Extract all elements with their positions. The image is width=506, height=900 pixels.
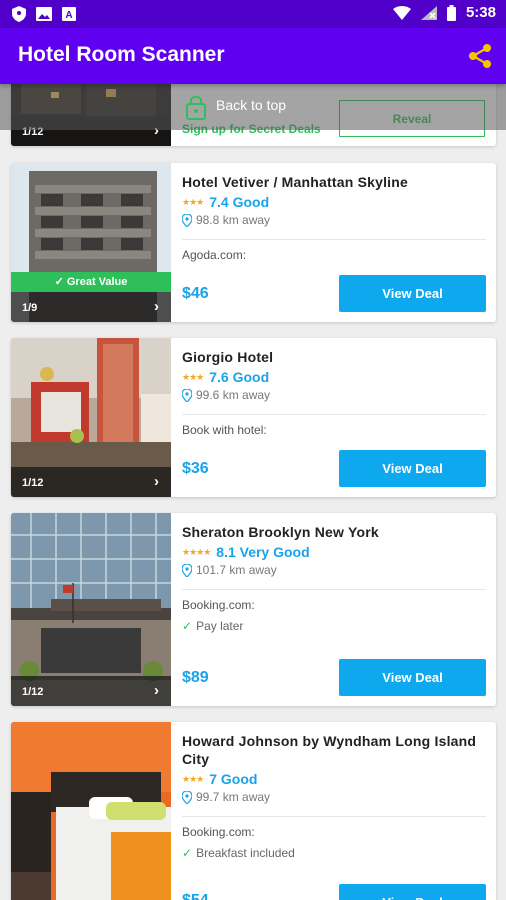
star-rating: ★★★: [182, 773, 204, 784]
divider: [182, 816, 486, 817]
review-rating: 7.4 Good: [209, 194, 270, 210]
status-bar: A 5:38: [0, 0, 506, 28]
divider: [182, 414, 486, 415]
provider-label: Agoda.com:: [182, 248, 247, 262]
hotel-name: Howard Johnson by Wyndham Long Island Ci…: [182, 733, 477, 767]
image-count: 1/12: [22, 686, 44, 698]
hotel-photo[interactable]: [11, 722, 171, 900]
view-deal-button[interactable]: View Deal: [339, 275, 486, 312]
view-deal-button[interactable]: View Deal: [339, 884, 486, 900]
hotel-name: Hotel Vetiver / Manhattan Skyline: [182, 174, 408, 190]
provider-label: Booking.com:: [182, 598, 255, 612]
price: $54: [182, 892, 209, 900]
great-value-badge: ✓ Great Value: [11, 272, 171, 292]
back-to-top-label: Back to top: [216, 97, 287, 113]
checkmark-icon: ✓: [182, 619, 193, 633]
price: $46: [182, 285, 209, 302]
hotel-card[interactable]: Howard Johnson by Wyndham Long Island Ci…: [11, 722, 496, 900]
view-deal-button[interactable]: View Deal: [339, 659, 486, 696]
image-icon: [36, 7, 52, 21]
status-time: 5:38: [465, 4, 496, 21]
hotel-list[interactable]: 1/12 › Sign up for Secret Deals Reveal: [0, 84, 506, 900]
distance: 98.8 km away: [196, 213, 271, 227]
shield-icon: [12, 6, 26, 22]
hotel-card[interactable]: ✓ Great Value 1/9 › Hotel Vetiver / Manh…: [11, 163, 496, 322]
location-pin-icon: [182, 388, 192, 402]
svg-text:A: A: [65, 10, 72, 21]
image-count: 1/9: [22, 302, 38, 314]
hotel-photo[interactable]: 1/12 ›: [11, 338, 171, 497]
feature-breakfast: ✓ Breakfast included: [182, 846, 295, 860]
next-photo-icon[interactable]: ›: [154, 682, 159, 699]
star-rating: ★★★: [182, 371, 204, 382]
wifi-icon: [392, 5, 411, 20]
app-bar: Hotel Room Scanner: [0, 28, 506, 84]
next-photo-icon[interactable]: ›: [154, 473, 159, 490]
distance: 99.7 km away: [196, 790, 271, 804]
distance: 101.7 km away: [196, 563, 277, 577]
share-icon[interactable]: [466, 42, 494, 70]
location-pin-icon: [182, 213, 192, 227]
review-rating: 7 Good: [209, 771, 258, 787]
price: $89: [182, 669, 209, 686]
provider-label: Book with hotel:: [182, 423, 267, 437]
battery-icon: [446, 4, 456, 21]
no-signal-icon: [420, 5, 437, 20]
hotel-name: Sheraton Brooklyn New York: [182, 524, 379, 540]
feature-pay-later: ✓ Pay later: [182, 619, 243, 633]
divider: [182, 589, 486, 590]
checkmark-icon: ✓: [182, 846, 193, 860]
price: $36: [182, 460, 209, 477]
hotel-name: Giorgio Hotel: [182, 349, 274, 365]
app-title: Hotel Room Scanner: [18, 43, 225, 66]
star-rating: ★★★★: [182, 546, 211, 557]
back-to-top-bar[interactable]: Back to top: [0, 84, 506, 130]
image-count: 1/12: [22, 477, 44, 489]
feature-label: Pay later: [196, 619, 244, 633]
location-pin-icon: [182, 563, 192, 577]
hotel-photo[interactable]: ✓ Great Value 1/9 ›: [11, 163, 171, 322]
lock-icon: [186, 96, 206, 120]
feature-label: Breakfast included: [196, 846, 295, 860]
location-pin-icon: [182, 790, 192, 804]
hotel-card[interactable]: 1/12 › Giorgio Hotel ★★★ 7.6 Good 99.6 k…: [11, 338, 496, 497]
review-rating: 7.6 Good: [209, 369, 270, 385]
star-rating: ★★★: [182, 196, 204, 207]
distance: 99.6 km away: [196, 388, 271, 402]
hotel-photo[interactable]: 1/12 ›: [11, 513, 171, 706]
divider: [182, 239, 486, 240]
review-rating: 8.1 Very Good: [216, 544, 310, 560]
hotel-card[interactable]: 1/12 › Sheraton Brooklyn New York ★★★★ 8…: [11, 513, 496, 706]
view-deal-button[interactable]: View Deal: [339, 450, 486, 487]
text-a-icon: A: [62, 7, 76, 21]
provider-label: Booking.com:: [182, 825, 255, 839]
next-photo-icon[interactable]: ›: [154, 298, 159, 315]
